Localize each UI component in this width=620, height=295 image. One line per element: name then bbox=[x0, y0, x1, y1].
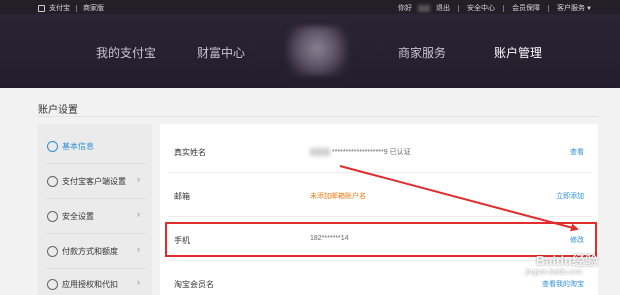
annotation-arrow-icon bbox=[339, 165, 579, 232]
watermark-url: jingyan.baidu.com bbox=[525, 269, 582, 276]
baidu-jingyan-watermark: Baidu经验 bbox=[535, 253, 598, 268]
